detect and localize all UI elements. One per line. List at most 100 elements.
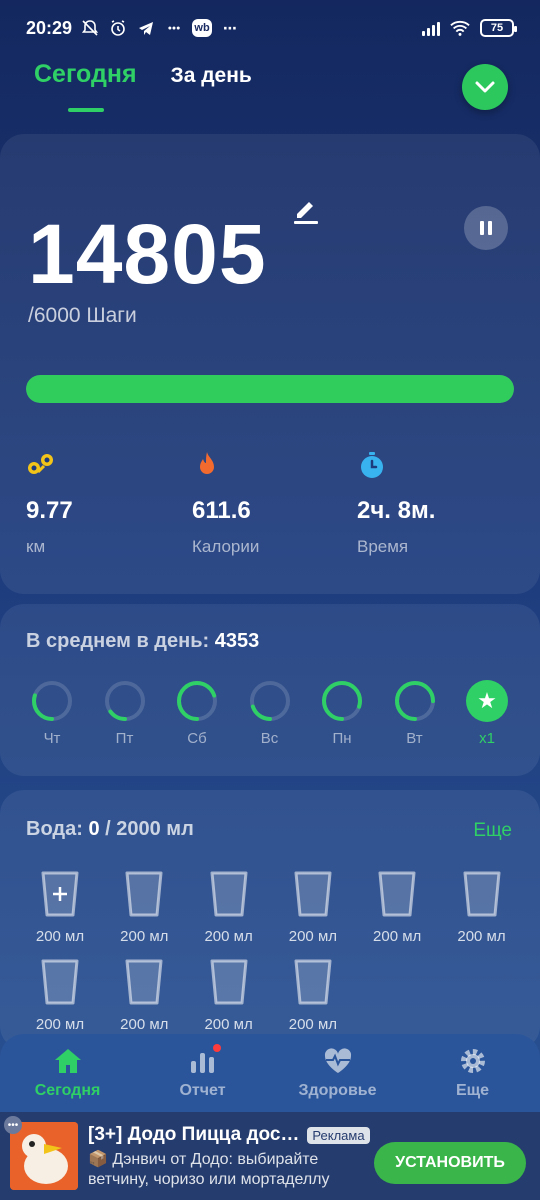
stat-time: 2ч. 8м. Время: [357, 450, 435, 557]
water-glass[interactable]: 200 мл: [104, 870, 184, 945]
water-value: 0: [88, 818, 100, 840]
glass-icon: [378, 871, 416, 917]
tab-today[interactable]: Сегодня: [34, 60, 137, 112]
ad-image[interactable]: [10, 1122, 78, 1190]
water-glass[interactable]: 200 мл: [273, 870, 353, 945]
stat-calories-value: 611.6: [192, 497, 251, 524]
glass-volume-label: 200 мл: [120, 1016, 169, 1033]
ad-banner[interactable]: ••• [3+] Додо Пицца дос… Реклама 📦 Дэнви…: [0, 1112, 540, 1200]
day-ring-5[interactable]: Вт: [385, 680, 445, 747]
day-ring-2[interactable]: Сб: [167, 680, 227, 747]
stat-calories: 611.6 Калории: [192, 450, 259, 557]
bar-chart-icon: [190, 1053, 214, 1073]
pause-icon-bar: [480, 221, 484, 235]
glass-volume-label: 200 мл: [288, 928, 338, 945]
ad-install-button[interactable]: УСТАНОВИТЬ: [374, 1142, 526, 1184]
ad-title: [3+] Додо Пицца дос…: [88, 1124, 300, 1145]
top-tabs: Сегодня За день: [34, 60, 514, 120]
fire-icon: [200, 452, 214, 474]
day-ring-row: Чт Пт Сб Вс Пн Вт ★ x1: [22, 680, 522, 760]
glass-icon: [41, 871, 79, 917]
glass-icon: [125, 871, 163, 917]
tab-by-day[interactable]: За день: [171, 64, 252, 88]
bottom-nav: Сегодня Отчет Здоровье Еще: [0, 1034, 540, 1112]
glass-icon: [125, 959, 163, 1005]
water-glass[interactable]: 200 мл: [189, 958, 269, 1033]
wb-icon: wb: [192, 19, 213, 37]
day-label: x1: [479, 730, 495, 747]
steps-progress-fill: [26, 375, 514, 403]
day-ring-3[interactable]: Вс: [240, 680, 300, 747]
glass-volume-label: 200 мл: [35, 1016, 85, 1033]
collapse-button[interactable]: [462, 64, 508, 110]
stat-time-value: 2ч. 8м.: [357, 497, 436, 524]
pause-icon-bar: [488, 221, 492, 235]
ad-badge: Реклама: [307, 1126, 370, 1144]
nav-health[interactable]: Здоровье: [270, 1034, 405, 1112]
day-label: Пн: [332, 730, 352, 747]
nav-report-label: Отчет: [179, 1082, 226, 1099]
water-glass[interactable]: 200 мл: [104, 958, 184, 1033]
water-glass[interactable]: 200 мл: [357, 870, 437, 945]
glass-icon: [463, 871, 500, 917]
home-icon: [54, 1049, 81, 1073]
steps-progress-bar: [26, 375, 514, 403]
glass-icon: [294, 871, 332, 917]
ad-description: 📦 Дэнвич от Додо: выбирайте ветчину, чор…: [88, 1151, 330, 1188]
day-progress-ring: [32, 681, 72, 721]
steps-card: 14805 /6000 Шаги 9.77 км 611.6 Калории 2…: [0, 134, 540, 594]
tab-by-day-label: За день: [170, 64, 252, 87]
wifi-icon: [450, 18, 470, 38]
glass-volume-label: 200 мл: [204, 928, 253, 945]
nav-today-label: Сегодня: [34, 1082, 101, 1099]
add-water-glass[interactable]: 200 мл: [20, 870, 100, 945]
day-ring-6[interactable]: ★ x1: [457, 680, 517, 747]
day-ring-4[interactable]: Пн: [312, 680, 372, 747]
day-label: Чт: [43, 730, 61, 747]
stat-distance-label: км: [26, 537, 46, 556]
tab-active-indicator: [68, 108, 104, 112]
edit-icon[interactable]: [292, 196, 320, 226]
ad-text: [3+] Додо Пицца дос… Реклама 📦 Дэнвич от…: [88, 1124, 370, 1190]
glass-volume-label: 200 мл: [288, 1016, 338, 1033]
water-glass[interactable]: 200 мл: [20, 958, 100, 1033]
water-title: Вода: 0 / 2000 мл: [26, 818, 194, 841]
average-card: В среднем в день: 4353 Чт Пт Сб Вс Пн Вт ★ x1: [0, 604, 540, 776]
battery-icon: 75: [480, 19, 517, 37]
nav-more[interactable]: Еще: [405, 1034, 540, 1112]
stat-calories-label: Калории: [192, 537, 260, 556]
day-label: Вс: [260, 730, 279, 747]
water-glass[interactable]: 200 мл: [442, 870, 522, 945]
day-progress-ring: [394, 681, 435, 721]
distance-icon: [28, 454, 53, 474]
dodo-bird-icon: [10, 1122, 78, 1190]
steps-count: 14805: [28, 207, 267, 301]
steps-goal: /6000 Шаги: [28, 304, 137, 327]
day-label: Пт: [115, 730, 134, 747]
pause-button[interactable]: [464, 206, 508, 250]
average-label: В среднем в день:: [26, 630, 210, 652]
day-progress-ring: [322, 681, 362, 721]
day-progress-ring: [104, 681, 145, 721]
gear-icon: [460, 1049, 485, 1073]
water-card: Вода: 0 / 2000 мл Еще 200 мл 200 мл 200 мл…: [0, 790, 540, 1050]
glass-volume-label: 200 мл: [373, 928, 422, 945]
water-glass[interactable]: 200 мл: [273, 958, 353, 1033]
ad-options-icon[interactable]: •••: [4, 1116, 22, 1134]
glass-volume-label: 200 мл: [120, 928, 169, 945]
average-title: В среднем в день: 4353: [26, 630, 259, 653]
glass-icon: [210, 871, 248, 917]
day-progress-ring: [249, 681, 290, 721]
tab-today-label: Сегодня: [34, 60, 137, 88]
water-more-link[interactable]: Еще: [473, 820, 512, 842]
nav-today[interactable]: Сегодня: [0, 1034, 135, 1112]
water-glass[interactable]: 200 мл: [189, 870, 269, 945]
glass-volume-label: 200 мл: [457, 928, 506, 945]
stopwatch-icon: [361, 452, 383, 478]
glass-volume-label: 200 мл: [35, 928, 85, 945]
detmir-icon: ●●●: [167, 24, 181, 32]
day-ring-1[interactable]: Пт: [95, 680, 155, 747]
day-ring-0[interactable]: Чт: [22, 680, 82, 747]
nav-health-label: Здоровье: [298, 1082, 377, 1099]
nav-report[interactable]: Отчет: [135, 1034, 270, 1112]
